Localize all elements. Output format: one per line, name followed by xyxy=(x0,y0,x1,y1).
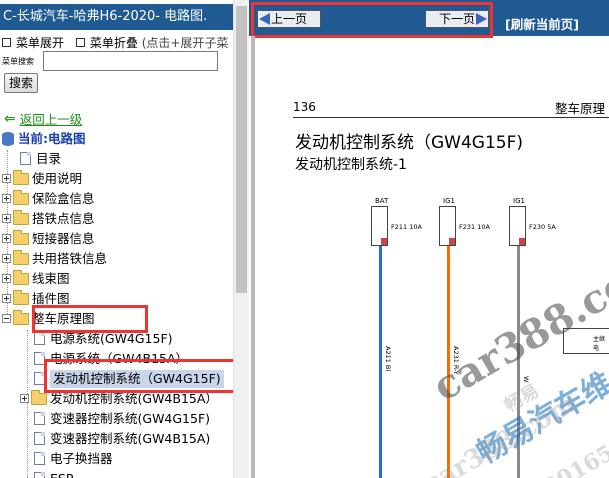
scrollbar-thumb[interactable] xyxy=(236,6,247,293)
refresh-page-link[interactable]: [刷新当前页] xyxy=(505,14,579,33)
folder-icon xyxy=(13,249,29,265)
folder-icon xyxy=(13,229,29,245)
search-label: 菜单搜索 xyxy=(2,57,34,66)
fuse-icon xyxy=(371,206,388,246)
tree-item[interactable]: 变速器控制系统(GW4B15A) xyxy=(34,429,210,447)
tree-item-label: 电子换挡器 xyxy=(50,450,113,466)
expand-plus-icon[interactable] xyxy=(2,274,11,283)
tree-item[interactable]: 目录 xyxy=(20,149,61,167)
expand-plus-icon[interactable] xyxy=(2,174,11,183)
tree-title-bar: C-长城汽车-哈弗H6-2020- 电路图. xyxy=(0,4,233,30)
tree-item-label: 变速器控制系统(GW4G15F) xyxy=(50,410,211,426)
document-pane: 上一页 下一页 [刷新当前页] 136 整车原理 发动机控制系统（GW4G15F… xyxy=(249,0,609,478)
wire-label: A211 Bl xyxy=(384,346,392,372)
page-icon xyxy=(34,452,45,465)
page-number: 136 xyxy=(293,100,316,114)
folder-icon xyxy=(31,389,47,405)
expand-plus-icon[interactable] xyxy=(2,194,11,203)
menu-tree-pane: C-长城汽车-哈弗H6-2020- 电路图. 菜单展开 菜单折叠 (点击+展开子… xyxy=(0,0,249,478)
tree-item-label: 线束图 xyxy=(32,270,70,286)
back-row[interactable]: ⇐ 返回上一级 xyxy=(4,110,82,128)
folder-open-icon xyxy=(13,309,29,325)
folder-icon xyxy=(13,269,29,285)
tree-item-label: 共用搭铁信息 xyxy=(32,250,108,266)
collapse-icon xyxy=(75,38,85,47)
folder-icon xyxy=(13,189,29,205)
page-icon xyxy=(20,152,31,165)
fuse-source-label: IG1 xyxy=(443,197,455,205)
folder-icon xyxy=(13,209,29,225)
fuse-source-label: BAT xyxy=(375,197,389,205)
diagram-title: 发动机控制系统（GW4G15F) xyxy=(295,133,524,153)
tree-item[interactable]: 电子换挡器 xyxy=(34,449,113,467)
section-header: 整车原理 xyxy=(555,101,606,116)
back-link[interactable]: 返回上一级 xyxy=(20,111,83,129)
menu-controls: 菜单展开 菜单折叠 (点击+展开子菜 xyxy=(2,34,228,51)
tree-scrollbar[interactable] xyxy=(233,0,249,478)
page-icon xyxy=(34,472,45,478)
wire xyxy=(379,246,382,478)
tree-item-label: 使用说明 xyxy=(32,170,83,186)
collapse-hint: (点击+展开子菜 xyxy=(141,36,229,50)
highlight-box-selected xyxy=(44,359,237,393)
fuse-source-label: IG1 xyxy=(513,197,525,205)
highlight-box-category xyxy=(32,305,148,333)
expand-plus-icon[interactable] xyxy=(2,294,11,303)
diagram-subtitle: 发动机控制系统-1 xyxy=(295,157,407,173)
page-icon xyxy=(34,332,45,345)
header-rule xyxy=(293,117,609,118)
relay-label: 主继电 xyxy=(593,336,606,352)
tree-item-label: 目录 xyxy=(36,150,62,166)
fuse-icon xyxy=(509,206,526,246)
current-row: 当前:电路图 xyxy=(2,129,86,147)
page-icon xyxy=(34,432,45,445)
tree-item[interactable]: 短接器信息 xyxy=(2,229,95,247)
tree-item-label: 保险盒信息 xyxy=(32,190,95,206)
expand-plus-icon[interactable] xyxy=(20,394,29,403)
expand-all-link[interactable]: 菜单展开 xyxy=(16,36,64,50)
expand-icon xyxy=(2,38,11,47)
fuse-label: F211 10A xyxy=(391,223,422,231)
folder-icon xyxy=(13,169,29,185)
highlight-box-nav xyxy=(251,2,493,38)
expand-plus-icon[interactable] xyxy=(2,214,11,223)
page-icon xyxy=(34,412,45,425)
tree-item[interactable]: 变速器控制系统(GW4G15F) xyxy=(34,409,210,427)
tree-item[interactable]: 共用搭铁信息 xyxy=(2,249,107,267)
current-location: 当前:电路图 xyxy=(18,130,86,146)
expand-plus-icon[interactable] xyxy=(2,234,11,243)
tree-item[interactable]: 搭铁点信息 xyxy=(2,209,95,227)
tree-item-label: ESP xyxy=(50,470,74,478)
folder-icon xyxy=(13,289,29,305)
fuse-label: F230 5A xyxy=(529,223,556,231)
tree-item[interactable]: ESP xyxy=(34,469,73,478)
fuse-label: F231 10A xyxy=(459,223,490,231)
search-input[interactable] xyxy=(43,51,218,71)
tree-item-label: 变速器控制系统(GW4B15A) xyxy=(50,430,211,446)
frame-divider xyxy=(251,36,255,478)
database-icon xyxy=(2,131,14,146)
collapse-all-link[interactable]: 菜单折叠 xyxy=(90,36,138,50)
tree-item[interactable]: 线束图 xyxy=(2,269,70,287)
expand-plus-icon[interactable] xyxy=(2,254,11,263)
tree-item[interactable]: 使用说明 xyxy=(2,169,82,187)
tree-item[interactable]: 保险盒信息 xyxy=(2,189,95,207)
back-arrow-icon: ⇐ xyxy=(4,111,16,127)
collapse-minus-icon[interactable] xyxy=(2,314,11,323)
tree-item-label: 搭铁点信息 xyxy=(32,210,95,226)
search-button[interactable]: 搜索 xyxy=(4,73,38,93)
fuse-icon xyxy=(439,206,456,246)
tree-item-label: 短接器信息 xyxy=(32,230,95,246)
